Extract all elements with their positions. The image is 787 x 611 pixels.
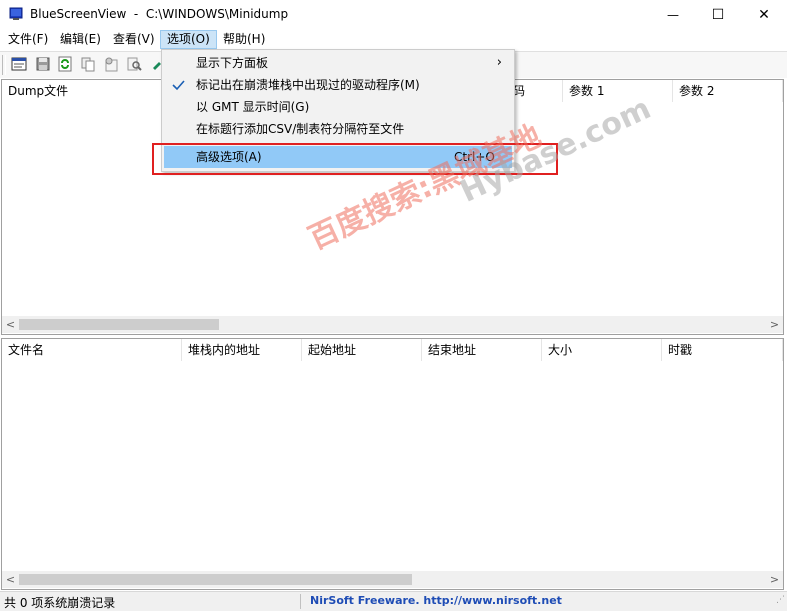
menu-item-gmt-time[interactable]: 以 GMT 显示时间(G) xyxy=(164,96,512,118)
column-header-end-address[interactable]: 结束地址 xyxy=(422,339,542,361)
scroll-thumb[interactable] xyxy=(19,574,412,585)
menu-file[interactable]: 文件(F) xyxy=(2,30,54,49)
maximize-icon: ☐ xyxy=(711,7,725,23)
column-header-size[interactable]: 大小 xyxy=(542,339,662,361)
menu-bar: 文件(F) 编辑(E) 查看(V) 选项(O) 帮助(H) xyxy=(0,30,787,50)
menu-item-label: 以 GMT 显示时间(G) xyxy=(196,100,310,114)
html-report-icon[interactable] xyxy=(103,56,119,72)
menu-item-label: 标记出在崩溃堆栈中出现过的驱动程序(M) xyxy=(196,78,420,92)
menu-item-mark-drivers[interactable]: 标记出在崩溃堆栈中出现过的驱动程序(M) xyxy=(164,74,512,96)
column-header-param1[interactable]: 参数 1 xyxy=(563,80,673,102)
menu-edit[interactable]: 编辑(E) xyxy=(54,30,107,49)
save-icon[interactable] xyxy=(35,56,51,72)
status-bar: 共 0 项系统崩溃记录 NirSoft Freeware. http://www… xyxy=(0,591,787,611)
scroll-thumb[interactable] xyxy=(19,319,219,330)
status-divider xyxy=(300,594,301,609)
window-title: BlueScreenView - C:\WINDOWS\Minidump xyxy=(30,7,289,21)
menu-item-label: 在标题行添加CSV/制表符分隔符至文件 xyxy=(196,122,405,136)
column-header-code[interactable]: 码 xyxy=(507,80,563,102)
menu-options[interactable]: 选项(O) xyxy=(160,30,217,49)
record-count-text: 共 0 项系统崩溃记录 xyxy=(4,596,116,610)
checkmark-icon xyxy=(172,80,185,91)
refresh-icon[interactable] xyxy=(57,56,73,72)
menu-help[interactable]: 帮助(H) xyxy=(217,30,271,49)
find-icon[interactable] xyxy=(126,56,142,72)
menu-view[interactable]: 查看(V) xyxy=(107,30,161,49)
resize-grip-icon: ⋰ xyxy=(776,595,785,605)
title-bar: BlueScreenView - C:\WINDOWS\Minidump — ☐… xyxy=(0,0,787,30)
submenu-arrow-icon: › xyxy=(496,55,502,70)
column-header-start-address[interactable]: 起始地址 xyxy=(302,339,422,361)
scroll-left-icon[interactable]: < xyxy=(2,571,19,588)
close-button[interactable]: ✕ xyxy=(741,0,787,30)
column-header-timestamp[interactable]: 时戳 xyxy=(662,339,783,361)
minimize-button[interactable]: — xyxy=(650,0,696,30)
maximize-button[interactable]: ☐ xyxy=(695,0,741,30)
scroll-right-icon[interactable]: > xyxy=(766,571,783,588)
close-icon: ✕ xyxy=(758,7,770,23)
driver-list-pane: 文件名 堆栈内的地址 起始地址 结束地址 大小 时戳 < > xyxy=(1,338,784,590)
properties-icon[interactable] xyxy=(11,56,27,72)
column-header-stack-address[interactable]: 堆栈内的地址 xyxy=(182,339,302,361)
column-header-param2[interactable]: 参数 2 xyxy=(673,80,783,102)
app-icon xyxy=(9,7,23,20)
menu-item-label: 显示下方面板 xyxy=(196,56,269,70)
column-header-filename[interactable]: 文件名 xyxy=(2,339,182,361)
scroll-right-icon[interactable]: > xyxy=(766,316,783,333)
nirsoft-link[interactable]: NirSoft Freeware. http://www.nirsoft.net xyxy=(310,594,562,607)
toolbar-grip xyxy=(2,55,6,75)
menu-item-show-lower-pane[interactable]: 显示下方面板 › xyxy=(164,52,512,74)
lower-horizontal-scrollbar[interactable]: < > xyxy=(2,571,783,588)
scroll-left-icon[interactable]: < xyxy=(2,316,19,333)
minimize-icon: — xyxy=(667,8,679,22)
column-header-dump-file[interactable]: Dump文件 xyxy=(2,80,182,102)
copy-icon[interactable] xyxy=(80,56,96,72)
upper-horizontal-scrollbar[interactable]: < > xyxy=(2,316,783,333)
menu-item-csv-header[interactable]: 在标题行添加CSV/制表符分隔符至文件 xyxy=(164,118,512,140)
